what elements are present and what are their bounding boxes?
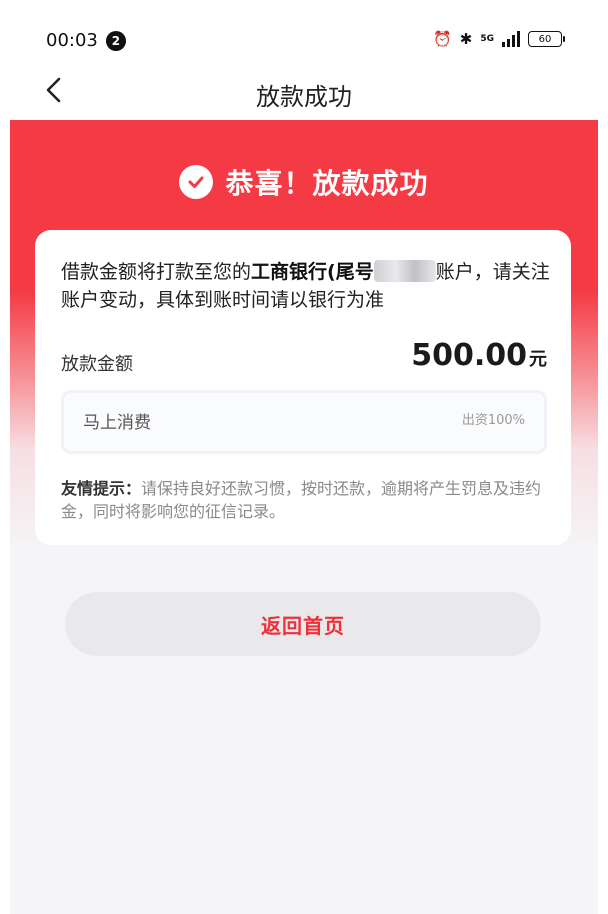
tip-label: 友情提示： [61, 479, 142, 498]
loan-result-card: 借款金额将打款至您的工商银行(尾号 账户，请关注账户变动，具体到账时间请以银行为准… [35, 230, 571, 545]
loan-product-name: 马上消费 [83, 413, 151, 433]
return-home-button[interactable]: 返回首页 [65, 592, 541, 656]
nav-bar: 放款成功 [0, 62, 608, 120]
success-text: 恭喜！放款成功 [225, 167, 429, 200]
masked-account-number [373, 260, 436, 282]
bluetooth-icon: ✱ [459, 30, 473, 48]
success-heading: 恭喜！放款成功 [10, 162, 598, 202]
content-area: 恭喜！放款成功 借款金额将打款至您的工商银行(尾号 账户，请关注账户变动，具体到账… [10, 120, 598, 914]
notification-count-badge: 2 [105, 30, 126, 51]
amount-value: 500.00 [411, 338, 527, 373]
status-time: 00:03 [46, 30, 98, 51]
funding-percent: 出资100% [461, 413, 525, 428]
battery-level: 60 [538, 33, 552, 45]
battery-icon: 60 [528, 31, 565, 47]
friendly-tip: 友情提示：请保持良好还款习惯，按时还款，逾期将产生罚息及违约金，同时将影响您的征… [61, 477, 551, 523]
network-type-label: 5G [480, 34, 494, 44]
page-title: 放款成功 [256, 83, 352, 111]
amount-unit: 元 [529, 349, 547, 370]
alarm-icon: ⏰ [433, 30, 452, 48]
check-circle-icon [179, 165, 214, 199]
amount-value-group: 500.00 元 [411, 338, 547, 373]
amount-label: 放款金额 [61, 354, 133, 375]
funding-source-box: 马上消费 出资100% [61, 390, 547, 454]
transfer-message: 借款金额将打款至您的工商银行(尾号 账户，请关注账户变动，具体到账时间请以银行为准 [61, 258, 555, 314]
status-time-group: 00:03 2 [46, 30, 126, 51]
return-home-label: 返回首页 [261, 613, 345, 638]
status-indicators: ⏰ ✱ 5G 60 [433, 30, 565, 48]
bank-name: 工商银行(尾号 [251, 261, 374, 283]
message-prefix: 借款金额将打款至您的 [61, 261, 252, 283]
signal-icon [502, 31, 520, 47]
